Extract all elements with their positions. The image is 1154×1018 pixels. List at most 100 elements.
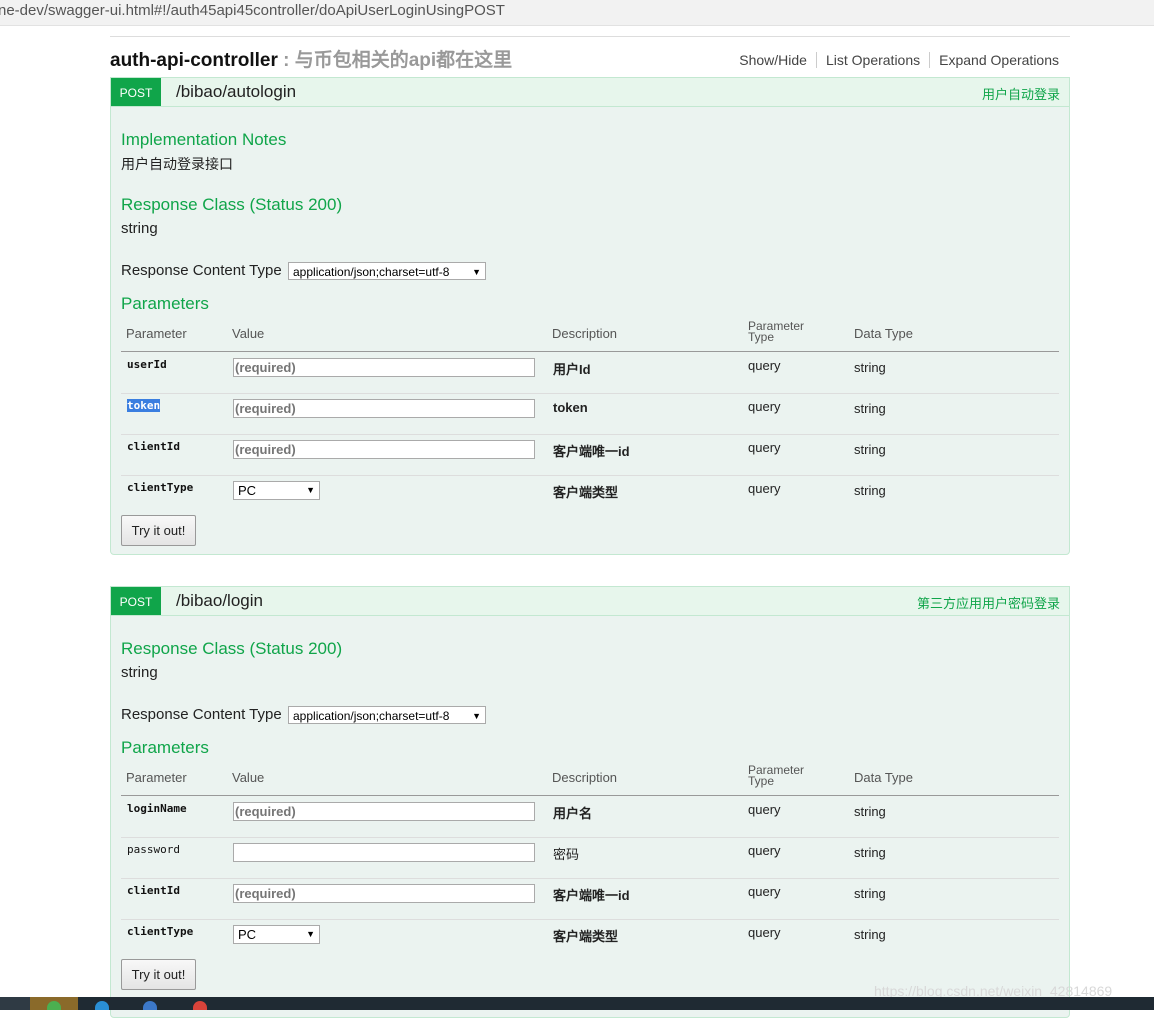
response-class-type: string [121,664,158,681]
param-row: clientType PC ▼ 客户端类型 query string [121,919,1059,960]
param-type: query [748,481,781,496]
controller-actions: Show/Hide List Operations Expand Operation… [730,52,1059,68]
param-data-type: string [854,927,886,942]
param-type: query [748,358,781,373]
response-class-type: string [121,220,158,237]
param-row: clientId 客户端唯一id query string [121,434,1059,476]
param-type: query [748,843,781,858]
param-name: token [127,399,161,412]
param-data-type: string [854,886,886,901]
operation-summary[interactable]: 用户自动登录 [982,84,1060,103]
operation-path[interactable]: /bibao/login [176,591,263,611]
client-type-select[interactable]: PC ▼ [233,481,320,500]
response-content-type-select[interactable]: application/json;charset=utf-8 ▼ [288,706,486,724]
taskbar-app-icon[interactable] [193,1001,207,1010]
param-type: query [748,884,781,899]
expand-operations-link[interactable]: Expand Operations [930,52,1059,68]
param-type: query [748,925,781,940]
taskbar [0,997,1154,1010]
col-parameter: Parameter [126,326,187,341]
col-parameter-type-line2: Type [748,774,775,788]
param-data-type: string [854,483,886,498]
controller-title[interactable]: auth-api-controller : 与币包相关的api都在这里 [110,45,512,72]
param-data-type: string [854,360,886,375]
param-value-input[interactable] [233,399,535,418]
operation-heading[interactable]: POST /bibao/autologin 用户自动登录 [111,78,1069,107]
taskbar-app-icon[interactable] [143,1001,157,1010]
param-description: 客户端类型 [553,485,619,500]
col-description: Description [552,326,618,341]
response-content-type-select[interactable]: application/json;charset=utf-8 ▼ [288,262,486,280]
client-type-value: PC [238,483,257,498]
response-class-title: Response Class (Status 200) [121,195,343,214]
param-row: clientId 客户端唯一id query string [121,878,1059,920]
controller-separator: : [277,50,295,71]
param-data-type: string [854,401,886,416]
parameters-table-header: Parameter Value Description Parameter Ty… [121,755,1059,796]
param-description: 用户名 [553,806,593,821]
param-description: 客户端唯一id [553,888,630,903]
controller-description: 与币包相关的api都在这里 [294,50,513,71]
password-input[interactable] [233,843,535,862]
taskbar-start[interactable] [0,997,30,1010]
param-value-input[interactable] [233,358,535,377]
param-row: token token query string [121,393,1059,435]
col-parameter-type: Parameter Type [748,764,804,788]
param-type: query [748,802,781,817]
dropdown-arrow-icon: ▼ [472,267,481,277]
dropdown-arrow-icon: ▼ [306,485,315,495]
dropdown-arrow-icon: ▼ [306,929,315,939]
param-type: query [748,440,781,455]
dropdown-arrow-icon: ▼ [472,711,481,721]
taskbar-app-icon[interactable] [95,1001,109,1010]
operation-path[interactable]: /bibao/autologin [176,82,296,102]
http-method-badge[interactable]: POST [111,78,161,106]
param-row: clientType PC ▼ 客户端类型 query string [121,475,1059,516]
param-row: loginName 用户名 query string [121,796,1059,838]
param-name: clientId [127,440,180,453]
param-value-input[interactable] [233,440,535,459]
try-it-out-button[interactable]: Try it out! [121,959,196,990]
param-value-input[interactable] [233,884,535,903]
col-parameter: Parameter [126,770,187,785]
col-value: Value [232,770,265,785]
param-name: clientType [127,481,194,494]
parameters-table-header: Parameter Value Description Parameter Ty… [121,311,1059,352]
controller-name[interactable]: auth-api-controller [110,50,278,71]
param-row: userId 用户Id query string [121,352,1059,394]
col-data-type: Data Type [854,326,914,341]
param-name: clientType [127,925,194,938]
response-class-title: Response Class (Status 200) [121,639,343,658]
param-description: 密码 [553,847,580,862]
controller-heading: auth-api-controller : 与币包相关的api都在这里 Show… [110,36,1070,77]
operation-summary[interactable]: 第三方应用用户密码登录 [917,593,1060,612]
implementation-notes-title: Implementation Notes [121,130,287,149]
param-row: password 密码 query string [121,837,1059,879]
try-it-out-button[interactable]: Try it out! [121,515,196,546]
col-description: Description [552,770,618,785]
col-parameter-type: Parameter Type [748,320,804,344]
response-content-type-label: Response Content Type [121,262,282,279]
param-name: password [127,843,180,856]
client-type-value: PC [238,927,257,942]
http-method-badge[interactable]: POST [111,587,161,615]
address-bar[interactable]: ne-dev/swagger-ui.html#!/auth45api45cont… [0,0,1154,26]
param-description: 用户Id [553,362,591,377]
param-name: clientId [127,884,180,897]
col-parameter-type-line2: Type [748,330,775,344]
client-type-select[interactable]: PC ▼ [233,925,320,944]
param-data-type: string [854,845,886,860]
implementation-notes: 用户自动登录接口 [121,156,233,172]
show-hide-link[interactable]: Show/Hide [730,52,817,68]
param-name: userId [127,358,167,371]
param-value-input[interactable] [233,802,535,821]
param-data-type: string [854,442,886,457]
taskbar-app-icon[interactable] [47,1001,61,1010]
content-type-value: application/json;charset=utf-8 [293,265,450,279]
list-operations-link[interactable]: List Operations [816,52,931,68]
param-data-type: string [854,804,886,819]
response-content-type-label: Response Content Type [121,706,282,723]
operation-heading[interactable]: POST /bibao/login 第三方应用用户密码登录 [111,587,1069,616]
url-text: ne-dev/swagger-ui.html#!/auth45api45cont… [0,2,505,19]
param-description: 客户端唯一id [553,444,630,459]
